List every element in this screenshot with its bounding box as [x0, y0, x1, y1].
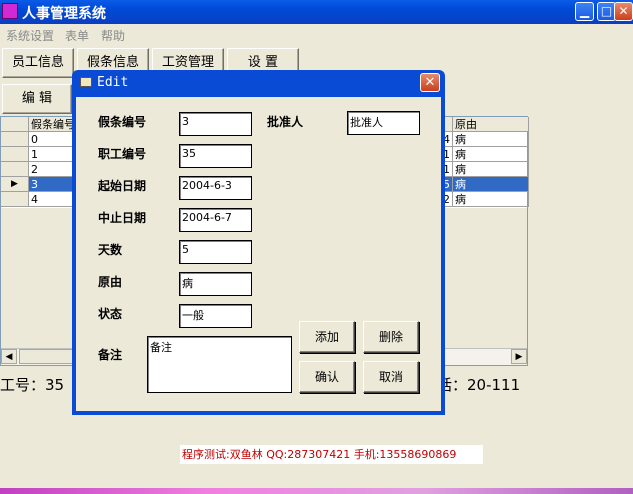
menu-system-settings[interactable]: 系统设置: [6, 27, 54, 44]
app-icon: [2, 3, 18, 19]
scroll-left-icon[interactable]: ◀: [1, 349, 17, 364]
menu-help[interactable]: 帮助: [101, 27, 125, 44]
end-date-label: 中止日期: [98, 211, 147, 225]
scroll-right-icon[interactable]: ▶: [511, 349, 527, 364]
menu-bar: 系统设置 表单 帮助: [0, 24, 633, 44]
status-field[interactable]: 一般: [179, 304, 252, 328]
window-title: 人事管理系统: [22, 6, 106, 22]
menu-form[interactable]: 表单: [65, 27, 89, 44]
maximize-icon: □: [600, 4, 613, 18]
table-cell-reason[interactable]: 病: [453, 147, 529, 162]
note-label: 备注: [98, 348, 123, 362]
status-label: 状态: [98, 307, 123, 321]
table-cell-id[interactable]: 0: [29, 132, 75, 147]
days-field[interactable]: 5: [179, 240, 252, 264]
approver-field[interactable]: 批准人: [347, 111, 420, 135]
minimize-icon: ▁: [579, 4, 590, 18]
folder-icon: [80, 77, 92, 87]
close-button[interactable]: ✕: [614, 2, 633, 21]
reason-label: 原由: [98, 275, 123, 289]
confirm-button[interactable]: 确认: [299, 361, 355, 393]
dialog-title-bar[interactable]: Edit ✕: [72, 70, 445, 95]
grid-corner: [1, 117, 29, 132]
table-cell-id[interactable]: 1: [29, 147, 75, 162]
current-row-indicator-icon[interactable]: ▶: [1, 177, 29, 192]
scroll-thumb[interactable]: [19, 349, 77, 364]
table-cell-reason[interactable]: 病: [453, 177, 529, 192]
table-cell-reason[interactable]: 病: [453, 162, 529, 177]
employee-id-label: 职工编号: [98, 147, 147, 161]
close-icon: ✕: [424, 75, 436, 90]
edit-button[interactable]: 编 辑: [2, 84, 72, 114]
delete-button[interactable]: 删除: [363, 321, 419, 353]
dialog-title: Edit: [97, 75, 129, 90]
approver-label: 批准人: [267, 115, 304, 129]
leave-id-label: 假条编号: [98, 115, 147, 129]
table-cell-reason[interactable]: 病: [453, 192, 529, 207]
table-cell-id[interactable]: 4: [29, 192, 75, 207]
dialog-body: 假条编号 3 职工编号 35 起始日期 2004-6-3 中止日期 2004-6…: [76, 97, 441, 411]
days-label: 天数: [98, 243, 123, 257]
edit-dialog[interactable]: Edit ✕ 假条编号 3 职工编号 35 起始日期 2004-6-3 中止日期…: [72, 70, 445, 415]
table-cell-reason[interactable]: 病: [453, 132, 529, 147]
leave-id-field[interactable]: 3: [179, 112, 252, 136]
add-button[interactable]: 添加: [299, 321, 355, 353]
cancel-button[interactable]: 取消: [363, 361, 419, 393]
dialog-close-button[interactable]: ✕: [420, 73, 440, 92]
end-date-field[interactable]: 2004-6-7: [179, 208, 252, 232]
row-selector[interactable]: [1, 132, 29, 147]
close-icon: ✕: [618, 4, 629, 18]
row-selector[interactable]: [1, 147, 29, 162]
desktop-strip: [0, 488, 633, 494]
phone-status: 话：20-111: [437, 376, 521, 394]
employee-id-status: 工号：35: [0, 376, 65, 394]
start-date-label: 起始日期: [98, 179, 147, 193]
minimize-button[interactable]: ▁: [575, 2, 594, 21]
footer-credit: 程序测试:双鱼林 QQ:287307421 手机:13558690869: [182, 448, 457, 461]
tab-employee-info[interactable]: 员工信息: [2, 48, 74, 78]
table-cell-id[interactable]: 2: [29, 162, 75, 177]
main-title-bar[interactable]: 人事管理系统 ▁ □ ✕: [0, 0, 633, 24]
table-cell-id[interactable]: 3: [29, 177, 75, 192]
reason-field[interactable]: 病: [179, 272, 252, 296]
note-field[interactable]: 备注: [147, 336, 292, 393]
grid-header-reason[interactable]: 原由: [453, 117, 529, 132]
employee-id-field[interactable]: 35: [179, 144, 252, 168]
start-date-field[interactable]: 2004-6-3: [179, 176, 252, 200]
grid-header-leave-id[interactable]: 假条编号: [29, 117, 75, 132]
row-selector[interactable]: [1, 192, 29, 207]
row-selector[interactable]: [1, 162, 29, 177]
